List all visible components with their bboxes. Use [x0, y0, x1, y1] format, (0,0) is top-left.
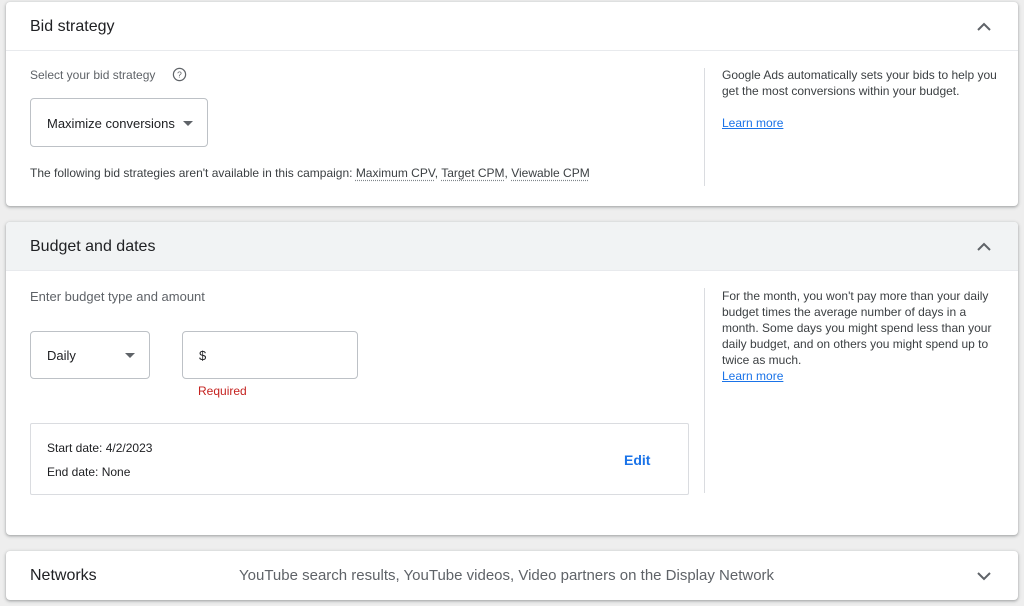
- start-date: Start date: 4/2/2023: [47, 441, 153, 455]
- edit-dates-button[interactable]: Edit: [624, 452, 650, 468]
- budget-amount-input[interactable]: $: [182, 331, 358, 379]
- networks-card[interactable]: Networks YouTube search results, YouTube…: [6, 551, 1018, 600]
- budget-title: Budget and dates: [30, 238, 156, 255]
- chevron-up-icon[interactable]: [976, 239, 992, 255]
- bid-strategy-selected-value: Maximize conversions: [47, 116, 175, 131]
- bid-strategy-divider: [704, 68, 705, 186]
- budget-header[interactable]: Budget and dates: [6, 222, 1018, 271]
- bid-strategy-help: Google Ads automatically sets your bids …: [722, 67, 1002, 131]
- unavailable-prefix: The following bid strategies aren't avai…: [30, 166, 356, 180]
- strategy-maximum-cpv[interactable]: Maximum CPV: [356, 166, 435, 180]
- budget-learn-more[interactable]: Learn more: [722, 369, 783, 383]
- budget-divider: [704, 288, 705, 493]
- unavailable-strategies-note: The following bid strategies aren't avai…: [30, 166, 590, 180]
- budget-type-dropdown[interactable]: Daily: [30, 331, 150, 379]
- networks-title: Networks: [30, 567, 97, 584]
- budget-help-text: For the month, you won't pay more than y…: [722, 289, 992, 367]
- chevron-down-icon[interactable]: [976, 568, 992, 584]
- strategy-viewable-cpm[interactable]: Viewable CPM: [511, 166, 589, 180]
- budget-required-error: Required: [198, 384, 247, 398]
- networks-summary: YouTube search results, YouTube videos, …: [239, 567, 775, 584]
- currency-symbol: $: [199, 348, 207, 363]
- budget-help: For the month, you won't pay more than y…: [722, 288, 1002, 384]
- bid-strategy-help-text: Google Ads automatically sets your bids …: [722, 68, 997, 98]
- bid-strategy-title: Bid strategy: [30, 18, 115, 35]
- caret-down-icon: [183, 121, 193, 126]
- help-circle-icon[interactable]: ?: [172, 67, 187, 82]
- campaign-dates-box: Start date: 4/2/2023 End date: None Edit: [30, 423, 689, 495]
- budget-type-value: Daily: [47, 348, 76, 363]
- chevron-up-icon[interactable]: [976, 19, 992, 35]
- strategy-target-cpm[interactable]: Target CPM: [441, 166, 504, 180]
- bid-strategy-header[interactable]: Bid strategy: [6, 2, 1018, 51]
- end-date: End date: None: [47, 465, 131, 479]
- budget-card: Budget and dates Enter budget type and a…: [6, 222, 1018, 535]
- caret-down-icon: [125, 353, 135, 358]
- bid-strategy-learn-more[interactable]: Learn more: [722, 116, 783, 130]
- bid-strategy-dropdown[interactable]: Maximize conversions: [30, 98, 208, 147]
- bid-strategy-select-label: Select your bid strategy: [30, 68, 156, 82]
- budget-type-label: Enter budget type and amount: [30, 289, 205, 304]
- svg-text:?: ?: [177, 70, 182, 80]
- bid-strategy-card: Bid strategy Select your bid strategy ? …: [6, 2, 1018, 206]
